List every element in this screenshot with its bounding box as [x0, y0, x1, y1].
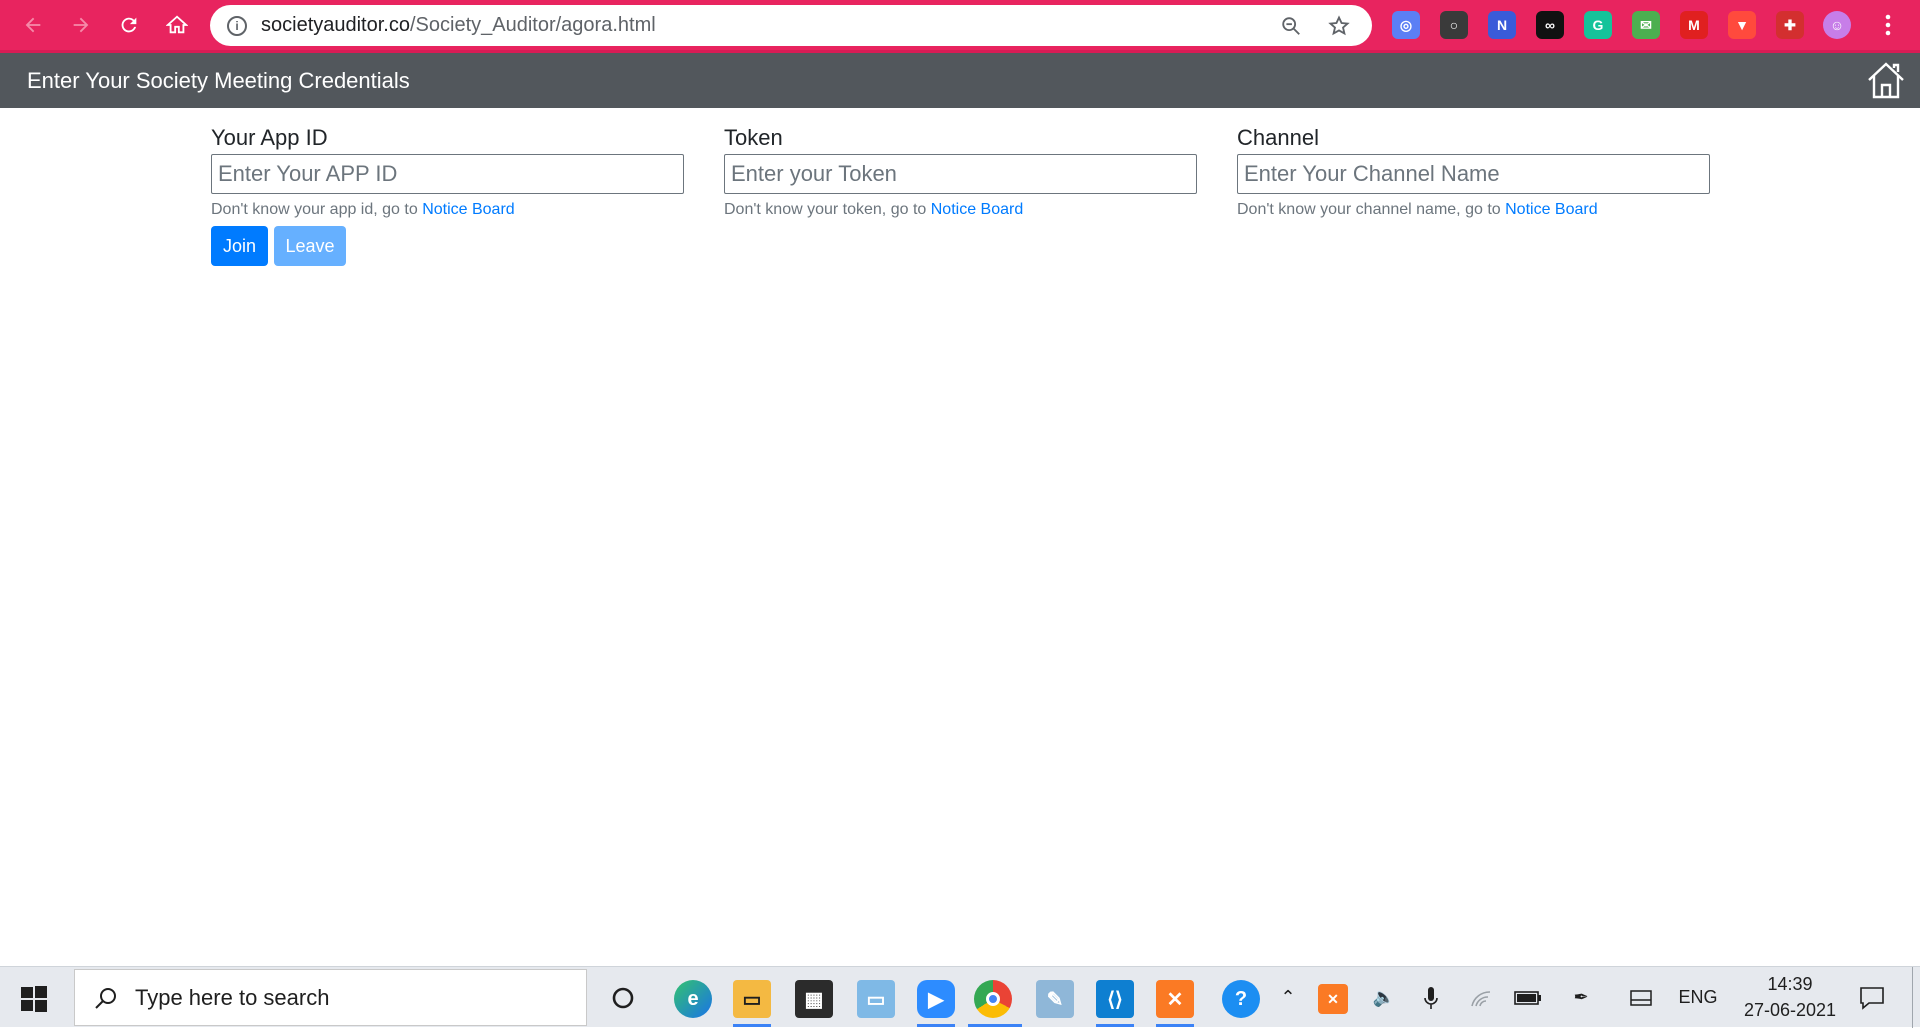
home-icon[interactable] [1865, 59, 1907, 101]
url-domain: societyauditor.co [261, 14, 410, 36]
taskbar-search-input[interactable] [135, 984, 535, 1011]
pen-workspace-icon[interactable]: ✒ [1566, 967, 1596, 1028]
app-id-help: Don't know your app id, go to Notice Boa… [211, 201, 684, 219]
site-info-icon[interactable]: i [227, 15, 247, 36]
file-explorer-icon[interactable]: ▭ [733, 980, 771, 1018]
xampp-icon[interactable]: ✕ [1156, 980, 1194, 1018]
mail-extension-icon[interactable]: ✉ [1632, 11, 1660, 39]
microphone-icon[interactable] [1416, 967, 1446, 1028]
leave-button[interactable]: Leave [274, 226, 346, 266]
token-group: Token Don't know your token, go to Notic… [724, 122, 1197, 219]
channel-help: Don't know your channel name, go to Noti… [1237, 201, 1710, 219]
app-id-input[interactable] [211, 154, 684, 194]
grammarly-extension-icon[interactable]: G [1584, 11, 1612, 39]
app-id-group: Your App ID Don't know your app id, go t… [211, 122, 684, 219]
clock-date: 27-06-2021 [1743, 1000, 1837, 1020]
chrome-browser-icon[interactable] [974, 980, 1012, 1018]
volume-icon[interactable]: 🔈 [1369, 967, 1399, 1028]
address-bar[interactable]: i societyauditor.co/Society_Auditor/agor… [210, 5, 1372, 46]
m-extension-icon[interactable]: M [1680, 11, 1708, 39]
system-clock[interactable]: 14:39 27-06-2021 [1730, 971, 1850, 1023]
shield-extension-icon[interactable]: ▼ [1728, 11, 1756, 39]
notice-board-link[interactable]: Notice Board [422, 201, 515, 218]
input-language[interactable]: ENG [1676, 967, 1720, 1028]
notepad-icon[interactable]: ✎ [1036, 980, 1074, 1018]
browser-toolbar: i societyauditor.co/Society_Auditor/agor… [0, 0, 1920, 53]
more-vert-icon [1885, 14, 1891, 36]
token-help-text: Don't know your token, go to [724, 201, 931, 218]
forward-button[interactable] [66, 10, 96, 40]
xampp-tray-icon[interactable]: ✕ [1318, 984, 1348, 1014]
bookmark-star-icon[interactable] [1324, 11, 1354, 41]
channel-input[interactable] [1237, 154, 1710, 194]
app-id-help-text: Don't know your app id, go to [211, 201, 423, 218]
back-button[interactable] [18, 10, 48, 40]
zoom-app-icon[interactable]: ▶ [917, 980, 955, 1018]
n-extension-icon[interactable]: N [1488, 11, 1516, 39]
back-arrow-icon [25, 17, 41, 33]
browser-home-button[interactable] [162, 10, 192, 40]
browser-menu-button[interactable] [1873, 10, 1903, 40]
vscode-icon[interactable]: ⟨⟩ [1096, 980, 1134, 1018]
action-center-icon[interactable] [1855, 967, 1889, 1028]
channel-help-text: Don't know your channel name, go to [1237, 201, 1506, 218]
circle-extension-icon[interactable]: ○ [1440, 11, 1468, 39]
zoom-icon[interactable] [1276, 11, 1306, 41]
url-path: /Society_Auditor/agora.html [409, 14, 656, 36]
show-desktop-divider[interactable] [1912, 967, 1913, 1028]
wifi-icon[interactable] [1467, 967, 1497, 1028]
app-id-label: Your App ID [211, 125, 328, 150]
token-input[interactable] [724, 154, 1197, 194]
notice-board-link[interactable]: Notice Board [1505, 201, 1598, 218]
token-help: Don't know your token, go to Notice Boar… [724, 201, 1197, 219]
windows-start-icon[interactable] [20, 985, 48, 1013]
page-title: Enter Your Society Meeting Credentials [27, 67, 410, 93]
battery-icon[interactable] [1512, 967, 1544, 1028]
profile-avatar-icon[interactable]: ☺ [1823, 11, 1851, 39]
cortana-icon[interactable] [611, 986, 635, 1010]
show-hidden-icons-chevron-icon[interactable]: ⌃ [1273, 967, 1303, 1028]
edge-browser-icon[interactable]: e [674, 980, 712, 1018]
puzzle-extension-icon[interactable]: ✚ [1776, 11, 1804, 39]
token-label: Token [724, 125, 783, 150]
reload-icon [121, 17, 137, 33]
channel-group: Channel Don't know your channel name, go… [1237, 122, 1710, 219]
windows-taskbar: e ▭ ▦ ▭ ▶ ✎ ⟨⟩ ✕ ? ⌃ ✕ 🔈 ✒ ENG 14:39 27-… [0, 966, 1920, 1028]
this-pc-icon[interactable]: ▭ [857, 980, 895, 1018]
reload-button[interactable] [114, 10, 144, 40]
microsoft-store-icon[interactable]: ▦ [795, 980, 833, 1018]
help-icon[interactable]: ? [1222, 980, 1260, 1018]
taskbar-search-box[interactable] [74, 969, 587, 1026]
forward-arrow-icon [73, 17, 89, 33]
join-button[interactable]: Join [211, 226, 268, 266]
search-icon [95, 987, 116, 1009]
infinity-extension-icon[interactable]: ∞ [1536, 11, 1564, 39]
notice-board-link[interactable]: Notice Board [931, 201, 1024, 218]
touch-keyboard-icon[interactable] [1626, 967, 1656, 1028]
app-header: Enter Your Society Meeting Credentials [0, 53, 1920, 108]
home-icon [166, 15, 188, 34]
clock-time: 14:39 [1767, 974, 1813, 994]
url-text[interactable]: societyauditor.co/Society_Auditor/agora.… [261, 14, 1276, 37]
camera-extension-icon[interactable]: ◎ [1392, 11, 1420, 39]
channel-label: Channel [1237, 125, 1319, 150]
